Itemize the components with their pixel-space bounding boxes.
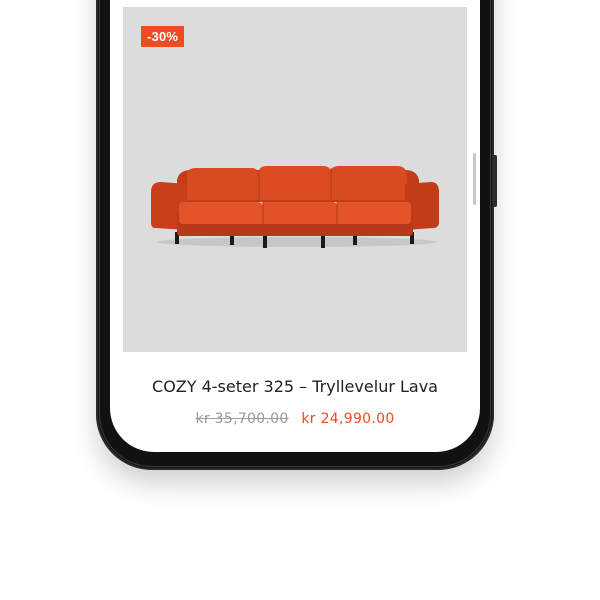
product-image[interactable]: -30%	[123, 7, 467, 352]
phone-screen: -30% COZY 4-seter 325 – Tryllevelur Lava…	[110, 0, 480, 452]
product-title[interactable]: COZY 4-seter 325 – Tryllevelur Lava	[110, 377, 480, 396]
discount-badge: -30%	[141, 26, 185, 47]
old-price: kr 35,700.00	[195, 411, 289, 427]
phone-frame: -30% COZY 4-seter 325 – Tryllevelur Lava…	[96, 0, 497, 470]
price-row: kr 35,700.00 kr 24,990.00	[110, 411, 480, 427]
sofa-icon	[151, 166, 439, 248]
phone-side-button	[493, 155, 497, 207]
sale-price: kr 24,990.00	[301, 411, 395, 427]
scrollbar[interactable]	[473, 153, 476, 205]
